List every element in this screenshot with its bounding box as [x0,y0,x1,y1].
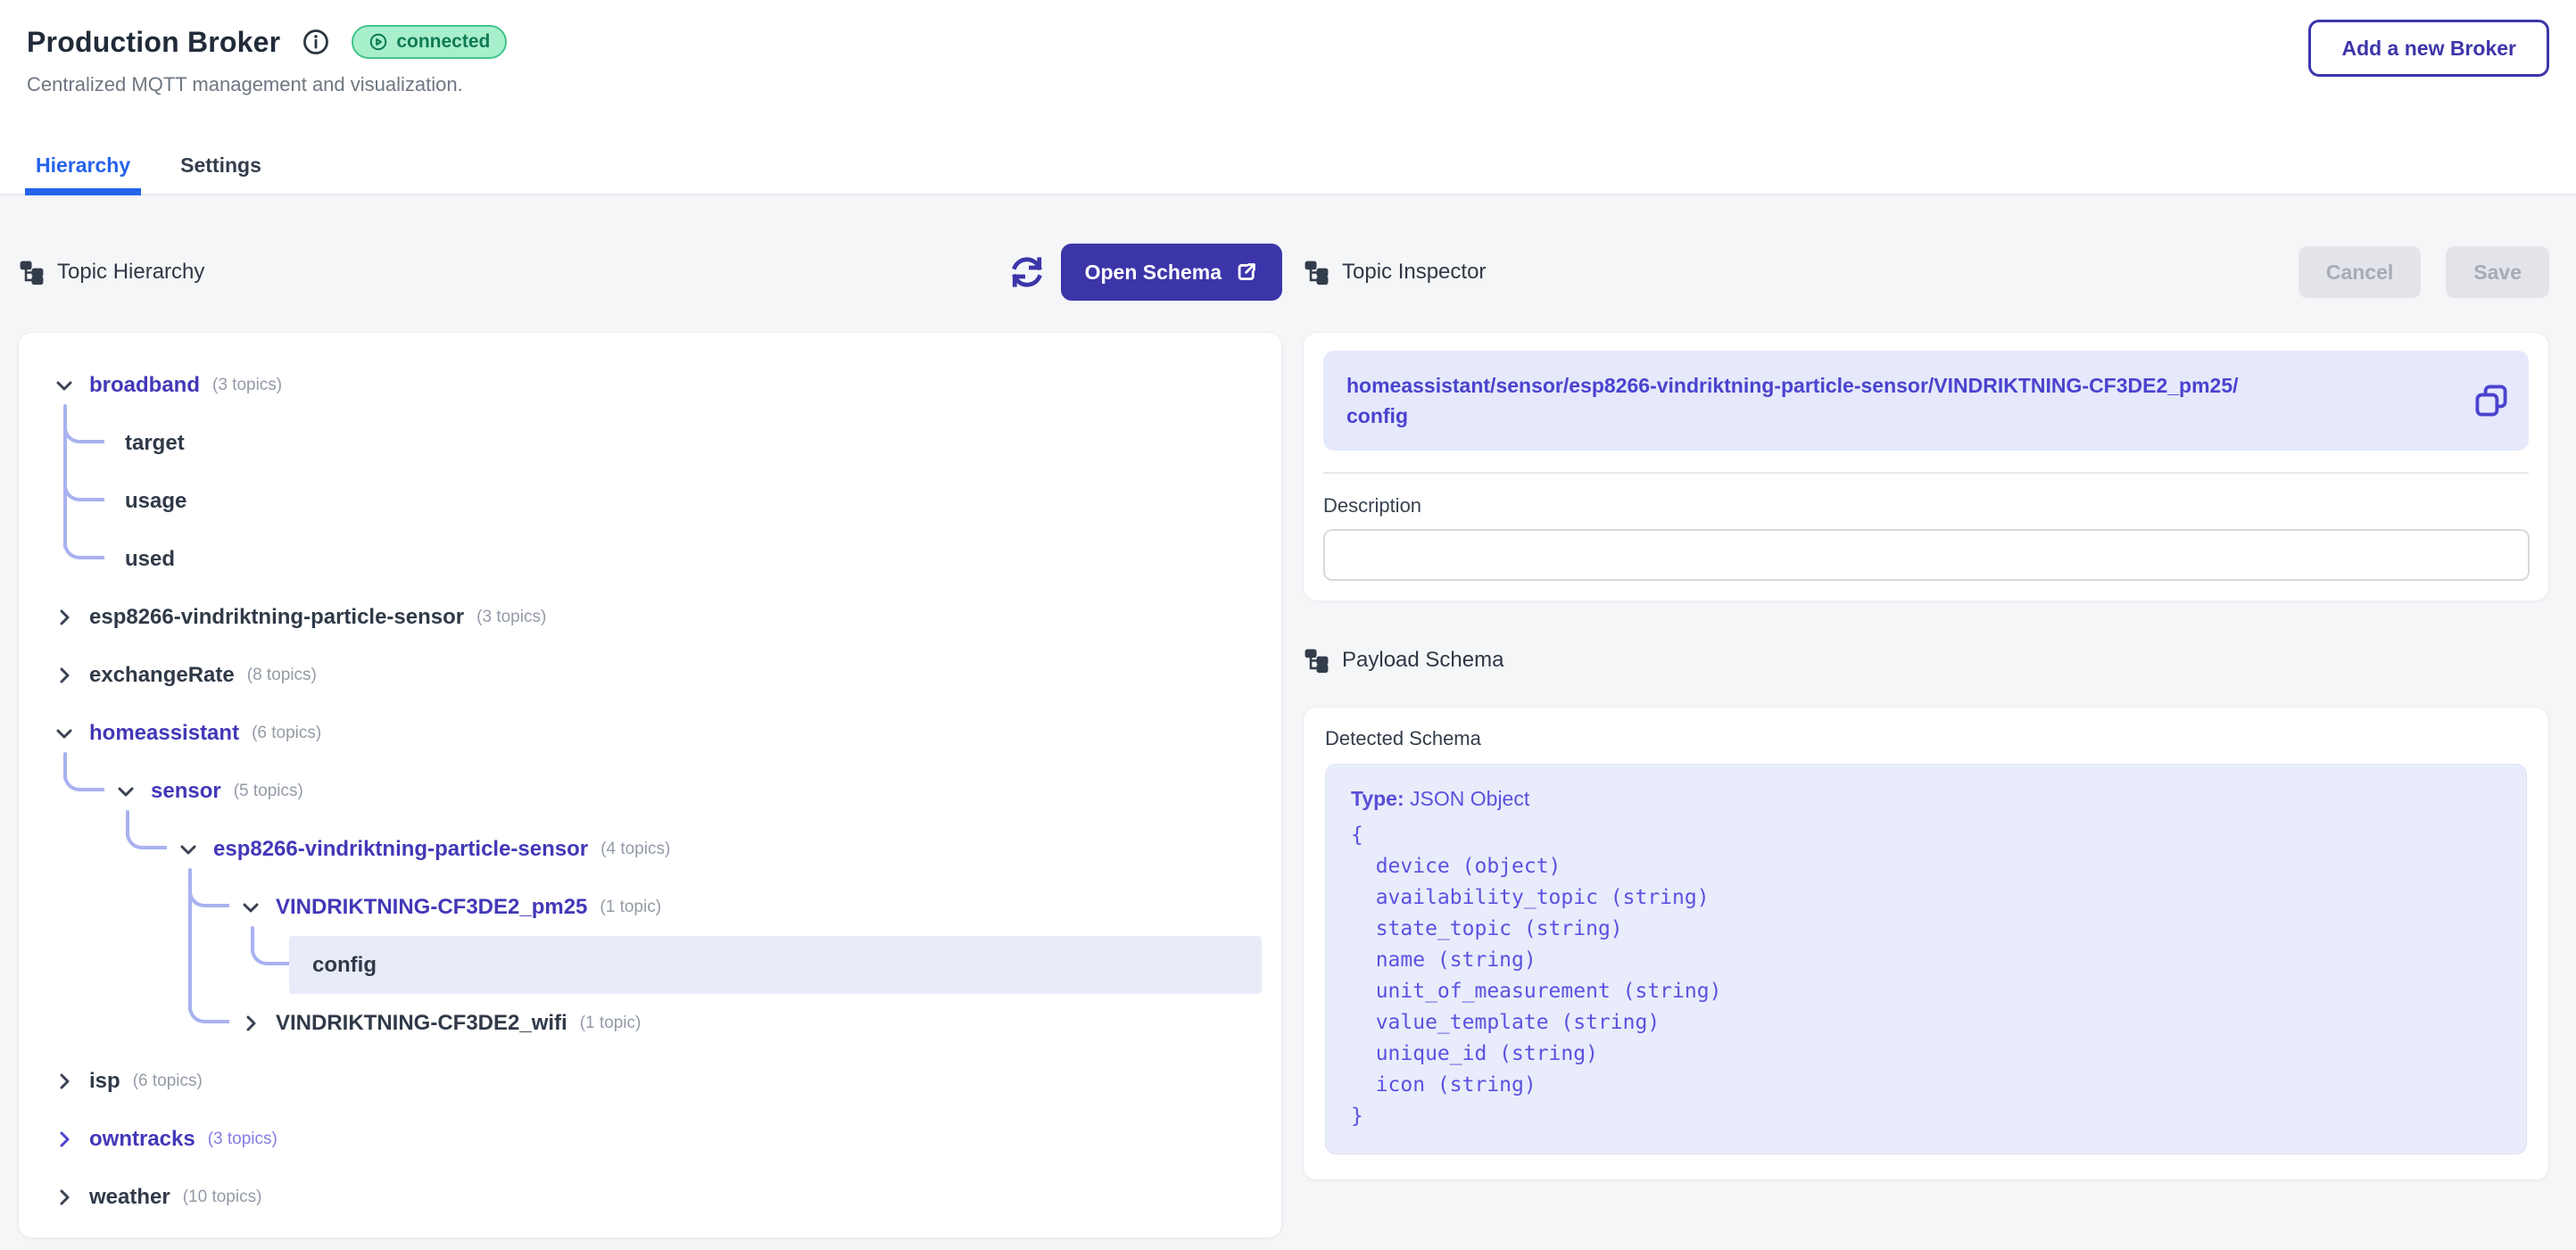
tree-node-homeassistant[interactable]: homeassistant (6 topics) [19,704,1281,762]
tree-node-label: isp [89,1069,120,1094]
tree-node-label: config [312,953,377,978]
tree-node-owntracks[interactable]: owntracks (3 topics) [19,1110,1281,1168]
chevron-down-icon[interactable] [115,781,137,802]
topic-count: (3 topics) [212,376,282,395]
tree-node-label: weather [89,1185,170,1210]
hierarchy-panel-title: Topic Hierarchy [57,260,204,285]
tree-node-label: esp8266-vindriktning-particle-sensor [89,605,464,630]
tree-node-label: sensor [151,779,221,804]
chevron-down-icon[interactable] [178,839,199,860]
refresh-icon[interactable] [1007,252,1047,292]
topic-count: (3 topics) [476,608,546,627]
topic-tree-card: broadband (3 topics) target usage used esp826… [18,332,1282,1238]
tree-node-sensor[interactable]: sensor (5 topics) [19,762,1281,820]
info-icon[interactable] [302,28,330,56]
topic-tree: broadband (3 topics) target usage used esp826… [19,333,1281,1226]
tree-node-label: VINDRIKTNING-CF3DE2_wifi [276,1011,567,1036]
tree-node-label: usage [125,489,186,514]
chevron-right-icon[interactable] [54,1129,75,1150]
topic-count: (1 topic) [600,898,661,917]
chevron-down-icon[interactable] [54,375,75,396]
tree-node-label: broadband [89,373,200,398]
open-schema-label: Open Schema [1085,261,1222,285]
tree-node-label: exchangeRate [89,663,235,688]
tree-node-used[interactable]: used [19,530,1281,588]
chevron-down-icon[interactable] [54,723,75,744]
schema-pre: { device (object) availability_topic (st… [1351,820,2501,1132]
chevron-right-icon[interactable] [54,1071,75,1092]
tree-node-exchangerate[interactable]: exchangeRate (8 topics) [19,646,1281,704]
tree-node-weather[interactable]: weather (10 topics) [19,1168,1281,1226]
page-title: Production Broker [27,26,280,59]
app-header: Production Broker connected Centralized … [0,0,2576,195]
schema-type-value: JSON Object [1410,787,1529,810]
tree-node-label: owntracks [89,1127,195,1152]
tree-node-label: esp8266-vindriktning-particle-sensor [213,837,588,862]
tab-bar: Hierarchy Settings [25,153,272,195]
tree-structure-icon [1303,647,1330,675]
schema-type-label: Type: [1351,787,1410,810]
payload-schema-card: Detected Schema Type: JSON Object { devi… [1303,707,2549,1180]
inspector-panel-title: Topic Inspector [1342,260,1486,285]
tree-node-config[interactable]: config [289,936,1262,994]
inspector-panel: Topic Inspector Cancel Save homeassistan… [1303,243,2549,1180]
tree-node-broadband[interactable]: broadband (3 topics) [19,356,1281,414]
tree-node-isp[interactable]: isp (6 topics) [19,1052,1281,1110]
status-badge-label: connected [396,31,490,53]
topic-count: (10 topics) [183,1188,262,1207]
schema-type-line: Type: JSON Object [1351,784,2501,813]
tree-node-label: used [125,547,175,572]
save-button[interactable]: Save [2446,246,2549,298]
title-row: Production Broker connected [0,0,2576,59]
chevron-right-icon[interactable] [54,665,75,686]
chevron-right-icon[interactable] [54,607,75,628]
topic-count: (6 topics) [252,724,321,743]
tree-node-label: homeassistant [89,721,239,746]
divider [1323,472,2529,474]
topic-path: homeassistant/sensor/esp8266-vindriktnin… [1323,351,2340,451]
tree-node-label: VINDRIKTNING-CF3DE2_pm25 [276,895,587,920]
chevron-right-icon[interactable] [54,1187,75,1208]
hierarchy-panel-header: Topic Hierarchy Open Schema [18,243,1282,302]
cancel-button[interactable]: Cancel [2299,246,2421,298]
topic-count: (3 topics) [208,1130,277,1149]
tree-structure-icon [1303,259,1330,286]
copy-icon[interactable] [2472,381,2511,420]
topic-path-box: homeassistant/sensor/esp8266-vindriktnin… [1323,351,2529,451]
tree-node-esp8266-vindriktning-particle-sensor[interactable]: esp8266-vindriktning-particle-sensor (3 t… [19,588,1281,646]
inspector-panel-header: Topic Inspector Cancel Save [1303,243,2549,302]
status-badge: connected [352,25,507,59]
topic-count: (6 topics) [133,1072,203,1091]
detected-schema-label: Detected Schema [1325,727,2527,750]
open-schema-button[interactable]: Open Schema [1061,244,1282,301]
description-input[interactable] [1323,529,2530,581]
topic-count: (5 topics) [234,782,303,801]
tree-structure-icon [18,259,46,286]
tree-node-label: target [125,431,185,456]
topic-count: (8 topics) [247,666,317,685]
detected-schema-box: Type: JSON Object { device (object) avai… [1325,764,2527,1155]
hierarchy-panel: Topic Hierarchy Open Schema [18,243,1282,1238]
main-content: Topic Hierarchy Open Schema [0,195,2576,1250]
tree-node-usage[interactable]: usage [19,472,1281,530]
tree-node-esp8266-vindriktning-particle-sensor[interactable]: esp8266-vindriktning-particle-sensor (4 t… [19,820,1281,878]
tree-node-vindriktning-cf3de2_pm25[interactable]: VINDRIKTNING-CF3DE2_pm25 (1 topic) [19,878,1281,936]
tab-hierarchy[interactable]: Hierarchy [25,153,141,195]
tree-node-target[interactable]: target [19,414,1281,472]
description-label: Description [1323,494,2529,517]
tree-node-vindriktning-cf3de2_wifi[interactable]: VINDRIKTNING-CF3DE2_wifi (1 topic) [19,994,1281,1052]
external-link-icon [1235,261,1258,284]
topic-count: (4 topics) [601,840,670,859]
topic-inspector-card: homeassistant/sensor/esp8266-vindriktnin… [1303,332,2549,601]
payload-schema-title: Payload Schema [1342,648,1503,673]
tab-settings[interactable]: Settings [170,153,272,195]
topic-count: (1 topic) [580,1014,642,1033]
page-subtitle: Centralized MQTT management and visualiz… [0,59,2576,96]
connected-play-icon [369,32,388,52]
add-broker-button[interactable]: Add a new Broker [2308,20,2549,77]
chevron-down-icon[interactable] [240,897,261,918]
chevron-right-icon[interactable] [240,1013,261,1034]
payload-schema-header: Payload Schema [1303,635,2549,685]
